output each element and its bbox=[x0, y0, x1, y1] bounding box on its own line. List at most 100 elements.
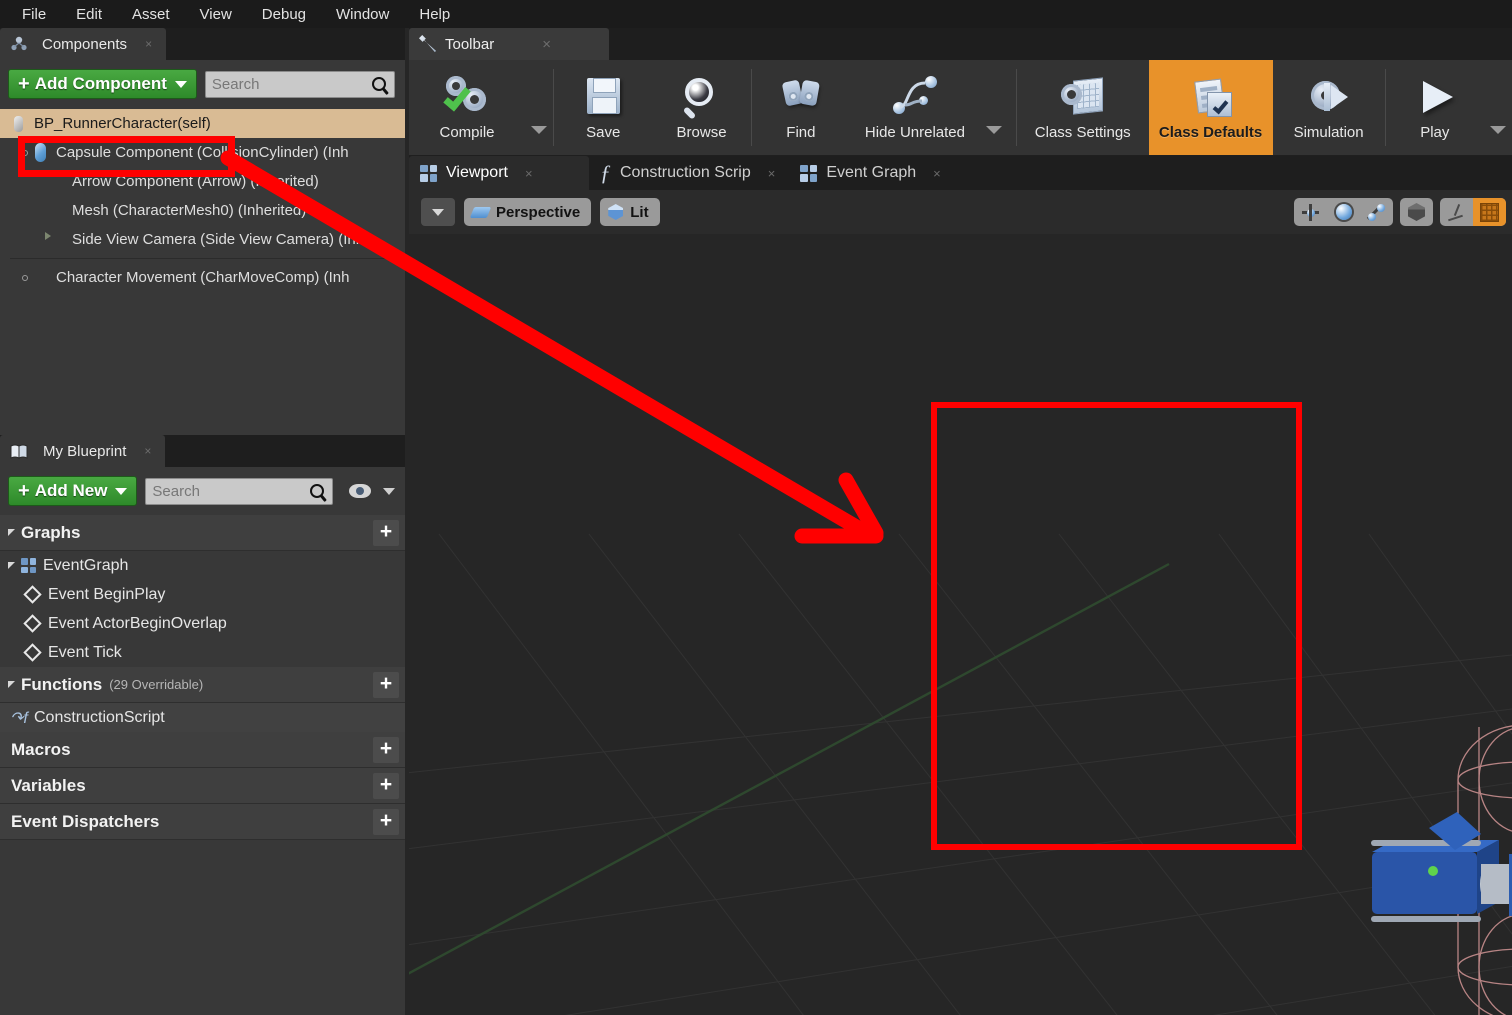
section-event-dispatchers[interactable]: Event Dispatchers + bbox=[0, 804, 405, 840]
event-graph-icon bbox=[800, 164, 818, 182]
close-icon[interactable]: × bbox=[542, 36, 551, 53]
save-button[interactable]: Save bbox=[554, 60, 652, 155]
eye-icon[interactable] bbox=[349, 484, 371, 498]
world-space-icon[interactable] bbox=[1400, 198, 1433, 226]
section-variables[interactable]: Variables + bbox=[0, 768, 405, 804]
compile-button[interactable]: Compile bbox=[409, 60, 525, 155]
find-label: Find bbox=[786, 124, 816, 141]
my-blueprint-panel-body: + Add New Search Graphs + EventGraph Eve… bbox=[0, 467, 405, 1015]
add-variable-button[interactable]: + bbox=[373, 772, 399, 799]
expander-icon[interactable] bbox=[8, 681, 15, 688]
add-new-button[interactable]: + Add New bbox=[8, 476, 138, 506]
add-event-dispatcher-button[interactable]: + bbox=[373, 808, 399, 835]
list-item[interactable]: Event BeginPlay bbox=[0, 580, 405, 609]
rotate-gizmo-icon[interactable] bbox=[1327, 198, 1360, 226]
menu-help[interactable]: Help bbox=[405, 2, 464, 27]
section-graphs[interactable]: Graphs + bbox=[0, 515, 405, 551]
perspective-icon bbox=[469, 206, 492, 218]
add-new-label: Add New bbox=[34, 481, 108, 500]
tree-row[interactable]: Side View Camera (Side View Camera) (Inh bbox=[0, 225, 405, 254]
expander-icon[interactable] bbox=[22, 274, 28, 281]
tree-row[interactable]: Capsule Component (CollisionCylinder) (I… bbox=[0, 138, 405, 167]
translate-gizmo-icon[interactable] bbox=[1294, 198, 1327, 226]
event-node-icon bbox=[23, 643, 42, 662]
list-item-label: Event BeginPlay bbox=[48, 585, 166, 603]
expander-icon[interactable] bbox=[22, 149, 28, 156]
tree-row[interactable]: Arrow Component (Arrow) (Inherited) bbox=[0, 167, 405, 196]
tab-my-blueprint[interactable]: My Blueprint × bbox=[0, 435, 166, 467]
unreal-blueprint-editor: File Edit Asset View Debug Window Help C… bbox=[0, 0, 1512, 1015]
tree-row[interactable]: BP_RunnerCharacter(self) bbox=[0, 109, 405, 138]
menu-edit[interactable]: Edit bbox=[62, 2, 116, 27]
components-tree: BP_RunnerCharacter(self) Capsule Compone… bbox=[0, 107, 405, 292]
viewport-3d[interactable] bbox=[409, 234, 1512, 1015]
class-settings-button[interactable]: Class Settings bbox=[1017, 60, 1149, 155]
menu-file[interactable]: File bbox=[8, 2, 60, 27]
section-title: Functions bbox=[21, 674, 103, 694]
menu-bar: File Edit Asset View Debug Window Help bbox=[0, 0, 1512, 28]
view-mode-button[interactable]: Perspective bbox=[464, 198, 592, 226]
plus-icon: + bbox=[18, 480, 30, 502]
grid-snap-icon[interactable] bbox=[1473, 198, 1506, 226]
tree-row-label: Mesh (CharacterMesh0) (Inherited) bbox=[72, 202, 307, 219]
tab-construction-script[interactable]: ƒ Construction Scrip × bbox=[589, 156, 789, 190]
close-icon[interactable]: × bbox=[525, 166, 533, 181]
chevron-down-icon[interactable] bbox=[383, 487, 395, 495]
add-function-button[interactable]: + bbox=[373, 671, 399, 698]
my-blueprint-search-placeholder: Search bbox=[152, 482, 200, 500]
tab-event-graph[interactable]: Event Graph × bbox=[789, 156, 989, 190]
list-item-label: ConstructionScript bbox=[34, 708, 165, 726]
find-button[interactable]: Find bbox=[752, 60, 850, 155]
snap-group bbox=[1440, 198, 1506, 226]
compile-dropdown-icon[interactable] bbox=[531, 125, 548, 134]
coordinate-space-group bbox=[1400, 198, 1433, 226]
menu-debug[interactable]: Debug bbox=[248, 2, 320, 27]
menu-window[interactable]: Window bbox=[322, 2, 403, 27]
scale-gizmo-icon[interactable] bbox=[1360, 198, 1393, 226]
expander-icon[interactable] bbox=[8, 529, 15, 536]
components-search-input[interactable]: Search bbox=[204, 70, 395, 98]
section-title: Graphs bbox=[21, 522, 81, 542]
hide-unrelated-button[interactable]: Hide Unrelated bbox=[850, 60, 980, 155]
shading-mode-button[interactable]: Lit bbox=[600, 198, 660, 226]
tree-row[interactable]: Character Movement (CharMoveComp) (Inh bbox=[0, 263, 405, 292]
viewport-options-button[interactable] bbox=[421, 198, 455, 226]
menu-asset[interactable]: Asset bbox=[118, 2, 184, 27]
close-icon[interactable]: × bbox=[144, 444, 151, 458]
event-node-icon bbox=[23, 614, 42, 633]
play-dropdown-icon[interactable] bbox=[1489, 125, 1506, 134]
close-icon[interactable]: × bbox=[768, 166, 776, 181]
tab-components[interactable]: Components × bbox=[0, 28, 167, 60]
section-macros[interactable]: Macros + bbox=[0, 732, 405, 768]
expander-icon[interactable] bbox=[8, 562, 15, 569]
close-icon[interactable]: × bbox=[145, 37, 152, 51]
list-item[interactable]: EventGraph bbox=[0, 551, 405, 580]
add-component-button[interactable]: + Add Component bbox=[8, 69, 197, 99]
tab-viewport[interactable]: Viewport × bbox=[409, 156, 589, 190]
class-defaults-button[interactable]: Class Defaults bbox=[1148, 60, 1273, 155]
browse-button[interactable]: Browse bbox=[652, 60, 750, 155]
list-item[interactable]: ↷f ConstructionScript bbox=[0, 703, 405, 732]
tree-row[interactable]: Mesh (CharacterMesh0) (Inherited) bbox=[0, 196, 405, 225]
tab-toolbar[interactable]: Toolbar × bbox=[409, 28, 609, 60]
my-blueprint-search-input[interactable]: Search bbox=[145, 477, 333, 505]
list-item[interactable]: Event ActorBeginOverlap bbox=[0, 609, 405, 638]
play-button[interactable]: Play bbox=[1386, 60, 1484, 155]
close-icon[interactable]: × bbox=[933, 166, 941, 181]
camera-component-mesh bbox=[1371, 812, 1512, 922]
search-icon bbox=[310, 484, 324, 498]
surface-snap-icon[interactable] bbox=[1440, 198, 1473, 226]
menu-view[interactable]: View bbox=[186, 2, 246, 27]
add-graph-button[interactable]: + bbox=[373, 519, 399, 546]
section-functions[interactable]: Functions (29 Overridable) + bbox=[0, 667, 405, 703]
list-item[interactable]: Event Tick bbox=[0, 638, 405, 667]
add-macro-button[interactable]: + bbox=[373, 736, 399, 763]
left-panel-column: Components × + Add Component Search BP_R… bbox=[0, 28, 405, 1015]
components-icon bbox=[10, 35, 28, 53]
hide-unrelated-dropdown-icon[interactable] bbox=[985, 125, 1002, 134]
simulation-button[interactable]: Simulation bbox=[1273, 60, 1385, 155]
viewport-scene bbox=[409, 533, 1512, 1015]
tab-event-graph-label: Event Graph bbox=[826, 164, 917, 181]
right-panel-column: Toolbar × Compile Save Browse Find Hide … bbox=[409, 28, 1512, 1015]
blueprint-icon bbox=[8, 114, 28, 134]
